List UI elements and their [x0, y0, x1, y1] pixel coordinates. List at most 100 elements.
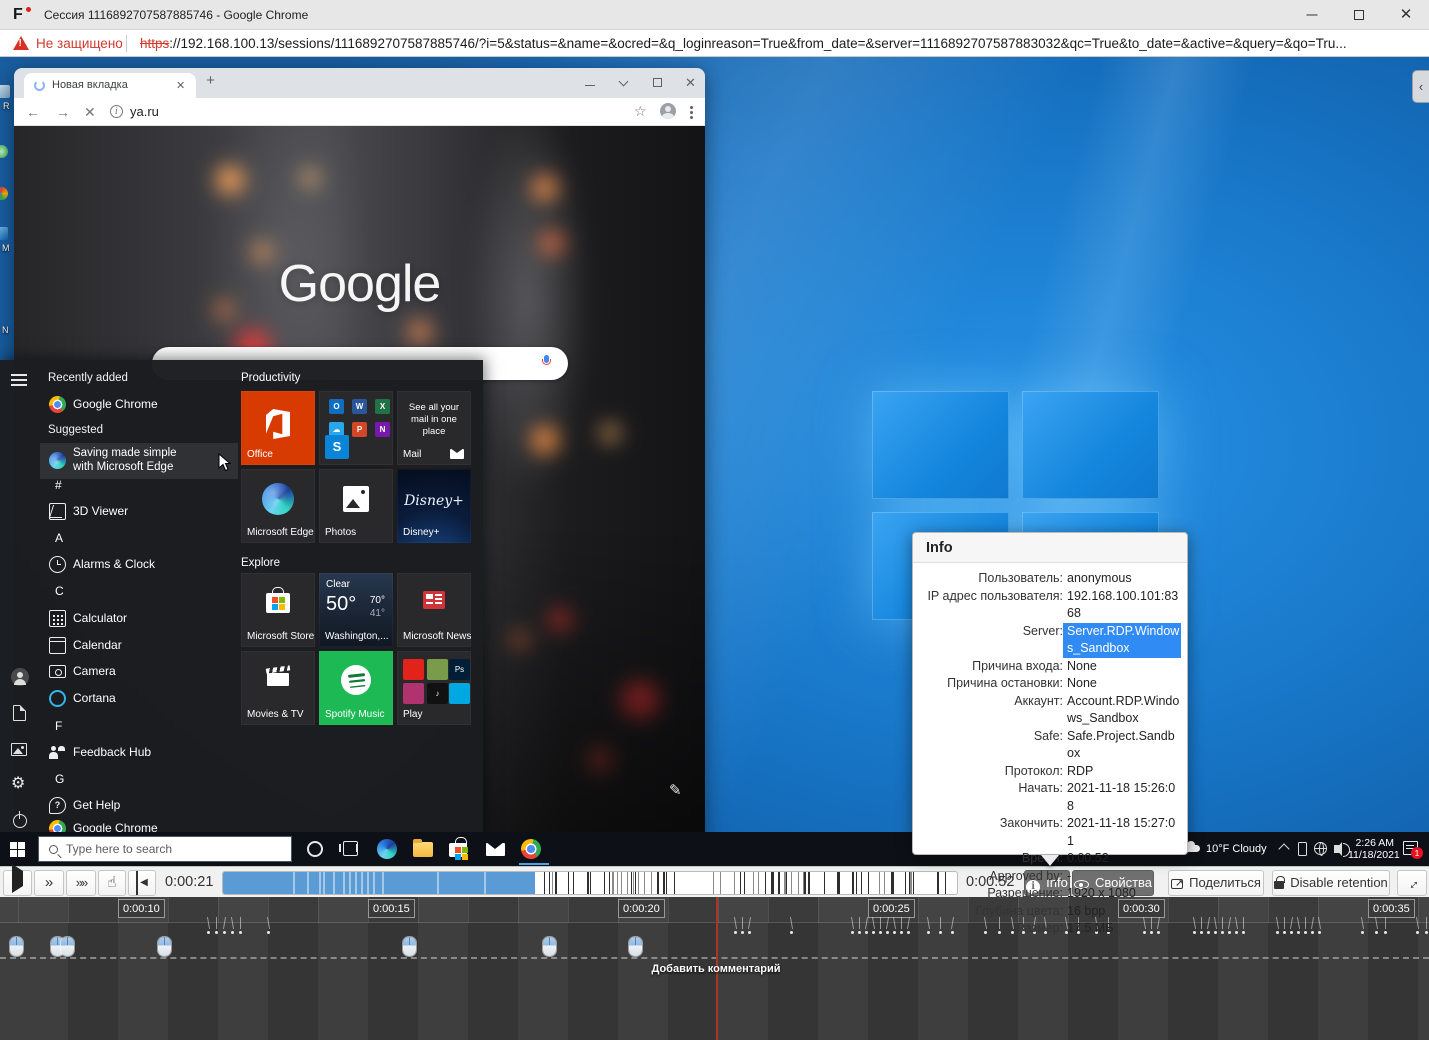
store-taskbar-icon[interactable]	[449, 839, 469, 859]
key-event-marker[interactable]	[1297, 931, 1300, 934]
tile-weather[interactable]: Clear50°70°41°Washington,...	[319, 573, 393, 647]
file-explorer-icon[interactable]	[413, 842, 433, 857]
key-event-marker[interactable]	[1235, 931, 1238, 934]
key-event-marker[interactable]	[858, 931, 861, 934]
key-event-marker[interactable]	[748, 931, 751, 934]
desktop-app-icon[interactable]	[0, 227, 8, 240]
retention-button[interactable]: Disable retention	[1272, 870, 1390, 896]
task-view-icon[interactable]	[343, 841, 358, 856]
remote-maximize-button[interactable]	[652, 77, 664, 89]
key-event-marker[interactable]	[879, 931, 882, 934]
key-event-marker[interactable]	[231, 931, 234, 934]
key-event-marker[interactable]	[1384, 931, 1387, 934]
url-text[interactable]: https://192.168.100.13/sessions/11168927…	[140, 36, 1347, 51]
tile-disney[interactable]: Disney+Disney+	[397, 469, 471, 543]
tile-spotify[interactable]: Spotify Music	[319, 651, 393, 725]
key-event-marker[interactable]	[734, 931, 737, 934]
browser-tab[interactable]: Новая вкладка ✕	[24, 73, 196, 98]
key-event-marker[interactable]	[886, 931, 889, 934]
key-event-marker[interactable]	[893, 931, 896, 934]
key-event-marker[interactable]	[1207, 931, 1210, 934]
tile-news[interactable]: Microsoft News	[397, 573, 471, 647]
side-panel-toggle[interactable]: ‹	[1412, 70, 1429, 103]
key-event-marker[interactable]	[1290, 931, 1293, 934]
remote-close-button[interactable]: ✕	[685, 77, 697, 89]
mouse-event-marker[interactable]	[61, 937, 74, 956]
taskbar-weather-text[interactable]: 10°F Cloudy	[1206, 843, 1267, 855]
speaker-icon[interactable]	[1334, 845, 1340, 853]
tray-device-icon[interactable]	[1298, 842, 1307, 856]
network-globe-icon[interactable]	[1314, 842, 1327, 855]
new-tab-button[interactable]: +	[204, 75, 217, 88]
key-event-marker[interactable]	[1425, 931, 1428, 934]
skip-to-start-button[interactable]: ◀	[128, 870, 156, 896]
remote-minimize-button[interactable]	[584, 77, 596, 89]
remote-desktop[interactable]: R M N Новая вкладка ✕ + ✕ ← → ✕ i ya.ru …	[0, 57, 1429, 866]
tab-close-icon[interactable]: ✕	[176, 79, 185, 92]
start-menu[interactable]: ⚙ Recently addedGoogle ChromeSuggestedSa…	[0, 360, 483, 838]
taskbar-clock[interactable]: 2:26 AM 11/18/2021	[1348, 837, 1394, 861]
tile-store[interactable]: Microsoft Store	[241, 573, 315, 647]
edge-taskbar-icon[interactable]	[377, 839, 397, 859]
fullscreen-button[interactable]: ↔	[1397, 870, 1427, 896]
desktop-app-icon[interactable]	[0, 145, 8, 158]
back-icon[interactable]: ←	[26, 104, 40, 120]
forward-icon[interactable]: →	[56, 104, 70, 120]
key-event-marker[interactable]	[1416, 931, 1419, 934]
tile-office-apps[interactable]: OWX☁PNS	[319, 391, 393, 465]
profile-avatar[interactable]	[660, 103, 676, 119]
tile-office[interactable]: Office	[241, 391, 315, 465]
tile-play[interactable]: Ps♪Play	[397, 651, 471, 725]
tray-chevron-icon[interactable]	[1278, 843, 1289, 854]
key-event-marker[interactable]	[1193, 931, 1196, 934]
key-event-marker[interactable]	[741, 931, 744, 934]
close-button[interactable]: ✕	[1383, 0, 1429, 29]
start-button-icon[interactable]	[10, 842, 25, 857]
mouse-event-marker[interactable]	[403, 937, 416, 956]
key-event-marker[interactable]	[1311, 931, 1314, 934]
key-event-marker[interactable]	[239, 931, 242, 934]
mouse-event-marker[interactable]	[543, 937, 556, 956]
key-event-marker[interactable]	[223, 931, 226, 934]
bookmark-star-icon[interactable]: ☆	[634, 103, 647, 120]
key-event-marker[interactable]	[1304, 931, 1307, 934]
mail-taskbar-icon[interactable]	[486, 843, 505, 856]
security-warning[interactable]: Не защищено	[36, 36, 123, 51]
recycle-bin-icon[interactable]	[0, 85, 10, 98]
chrome-taskbar-icon[interactable]	[521, 839, 541, 859]
chevron-down-icon[interactable]	[618, 77, 630, 89]
key-event-marker[interactable]	[1242, 931, 1245, 934]
tile-mail[interactable]: See all your mail in one placeMail	[397, 391, 471, 465]
remote-address[interactable]: ya.ru	[130, 104, 159, 119]
tile-movies[interactable]: Movies & TV	[241, 651, 315, 725]
action-center-icon[interactable]: 1	[1403, 841, 1418, 855]
tile-edge[interactable]: Microsoft Edge	[241, 469, 315, 543]
cortana-icon[interactable]	[307, 841, 323, 857]
tile-photos[interactable]: Photos	[319, 469, 393, 543]
key-event-marker[interactable]	[1276, 931, 1279, 934]
customize-pencil-icon[interactable]: ✎	[669, 781, 682, 799]
seek-bar[interactable]	[222, 871, 958, 895]
stop-icon[interactable]: ✕	[84, 104, 96, 121]
key-event-marker[interactable]	[1361, 931, 1364, 934]
site-info-icon[interactable]: i	[110, 105, 123, 118]
pointer-follow-button[interactable]: ☝	[98, 870, 126, 896]
key-event-marker[interactable]	[207, 931, 210, 934]
key-event-marker[interactable]	[267, 931, 270, 934]
maximize-button[interactable]	[1336, 0, 1382, 29]
key-event-marker[interactable]	[872, 931, 875, 934]
key-event-marker[interactable]	[1221, 931, 1224, 934]
taskbar-search-input[interactable]: Type here to search	[38, 836, 292, 862]
key-event-marker[interactable]	[215, 931, 218, 934]
key-event-marker[interactable]	[851, 931, 854, 934]
key-event-marker[interactable]	[1283, 931, 1286, 934]
microphone-icon[interactable]	[542, 355, 550, 366]
mouse-event-marker[interactable]	[158, 937, 171, 956]
key-event-marker[interactable]	[790, 931, 793, 934]
key-event-marker[interactable]	[1214, 931, 1217, 934]
remote-url-row[interactable]: ← → ✕ i ya.ru ☆	[14, 98, 705, 126]
add-comment-label[interactable]: Добавить комментарий	[616, 963, 816, 975]
play-button[interactable]	[3, 870, 32, 896]
fast-forward-button[interactable]: »»	[66, 870, 96, 896]
skip-forward-button[interactable]: »	[34, 870, 64, 896]
